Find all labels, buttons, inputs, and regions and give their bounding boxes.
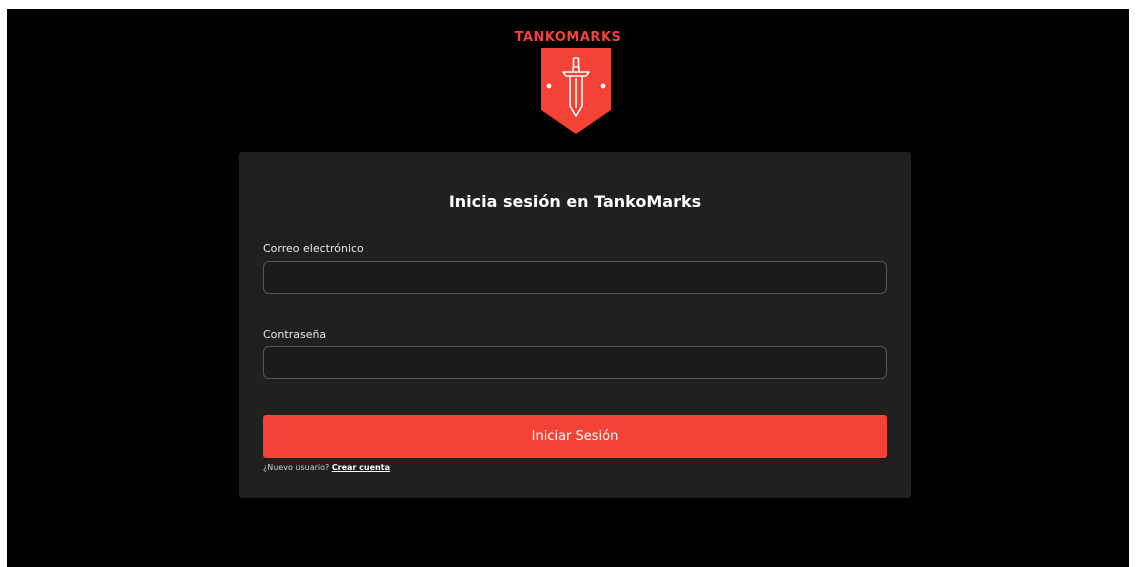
password-field[interactable] xyxy=(263,346,887,379)
page-background: TANKOMARKS Inicia sesión en TankoMarks C… xyxy=(7,9,1129,567)
email-field[interactable] xyxy=(263,261,887,294)
brand-name: TANKOMARKS xyxy=(514,30,622,45)
signup-prompt: ¿Nuevo usuario? xyxy=(263,463,330,472)
login-card: Inicia sesión en TankoMarks Correo elect… xyxy=(239,152,911,498)
login-button[interactable]: Iniciar Sesión xyxy=(263,415,887,458)
login-title: Inicia sesión en TankoMarks xyxy=(448,192,702,211)
sword-shield-icon xyxy=(541,48,611,134)
signup-row: ¿Nuevo usuario? Crear cuenta xyxy=(263,463,390,472)
create-account-link[interactable]: Crear cuenta xyxy=(332,463,390,472)
email-label: Correo electrónico xyxy=(263,242,364,255)
password-label: Contraseña xyxy=(263,328,327,341)
